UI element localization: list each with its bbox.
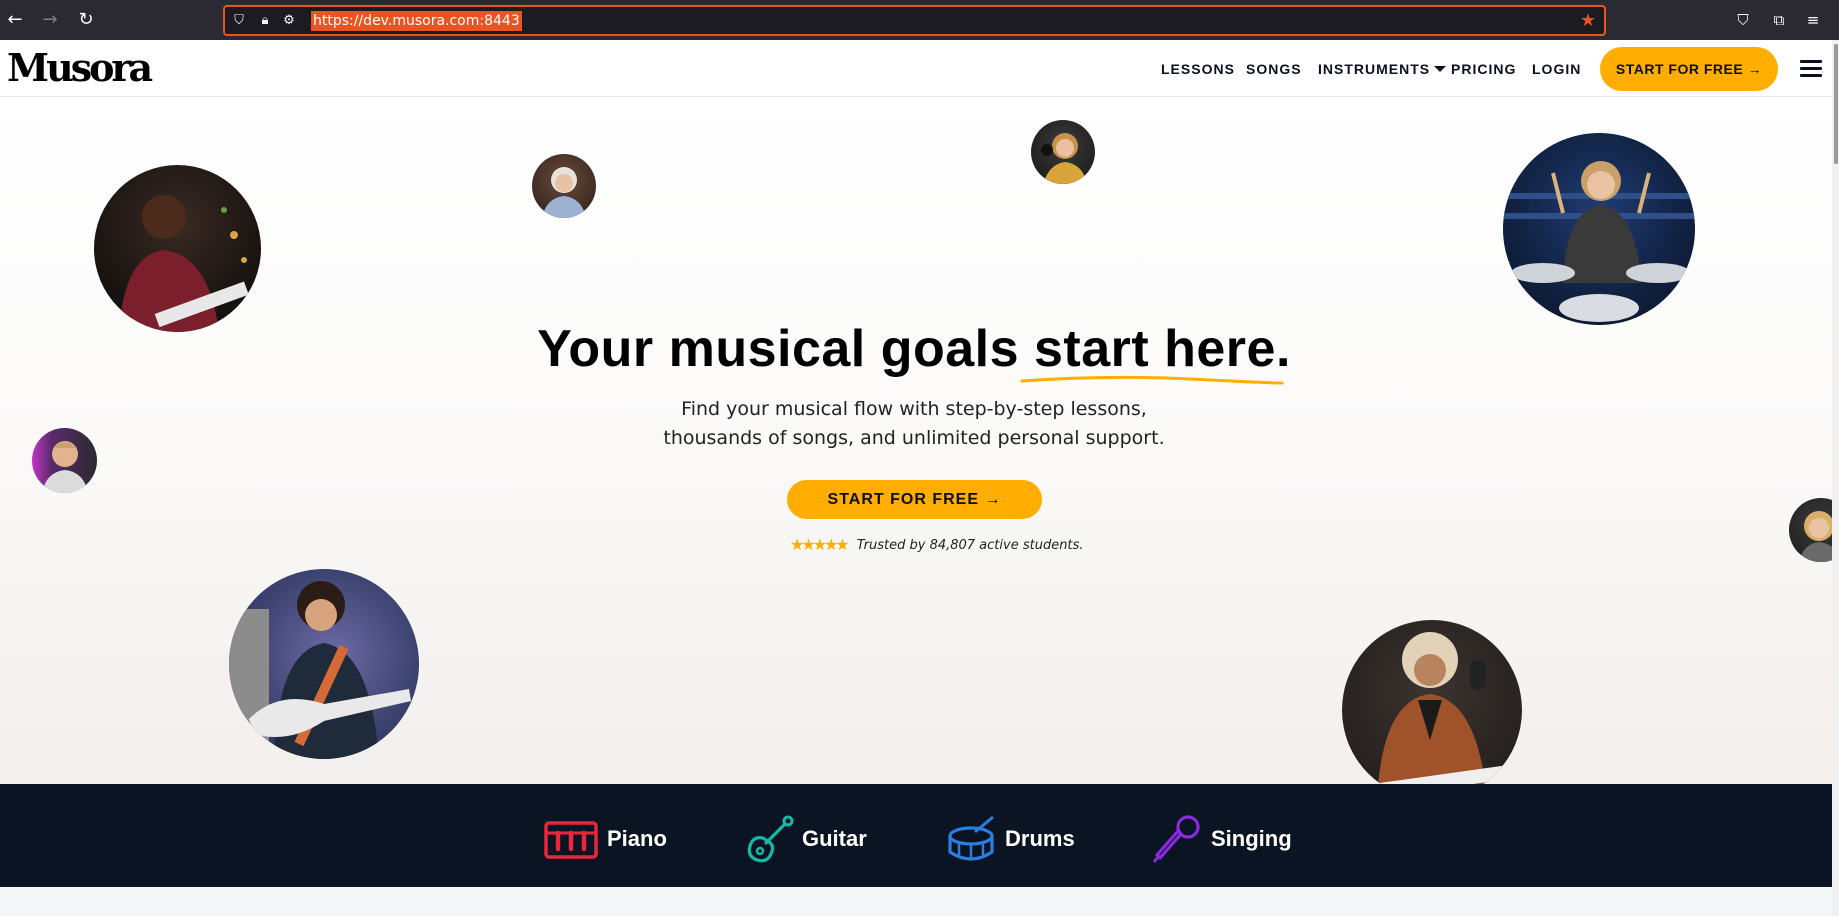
- instrument-guitar[interactable]: Guitar: [745, 814, 870, 864]
- instrument-guitar-label: Guitar: [802, 826, 867, 851]
- title-underline-decoration: [1020, 375, 1284, 385]
- piano-icon: [544, 821, 598, 859]
- hero-start-free-button[interactable]: START FOR FREE →: [787, 480, 1042, 519]
- bookmark-star-icon[interactable]: ★: [1580, 11, 1596, 31]
- forward-icon[interactable]: →: [38, 8, 62, 32]
- permissions-icon[interactable]: ⚙: [281, 13, 297, 29]
- instrument-drums[interactable]: Drums: [947, 814, 1075, 864]
- hero-subtitle-line2: thousands of songs, and unlimited person…: [663, 427, 1165, 449]
- hero-subtitle: Find your musical flow with step-by-step…: [0, 395, 1828, 453]
- pocket-icon[interactable]: ⛉: [1731, 8, 1755, 32]
- caret-down-icon: [1434, 66, 1447, 72]
- nav-instruments-label: INSTRUMENTS: [1318, 61, 1431, 77]
- avatar-singer-woman: [1031, 120, 1095, 184]
- instrument-drums-label: Drums: [1005, 826, 1075, 851]
- instrument-singing-label: Singing: [1211, 826, 1292, 851]
- guitar-icon: [747, 815, 794, 863]
- nav-songs[interactable]: SONGS: [1246, 60, 1302, 78]
- hero-title-part1: Your musical goals: [537, 320, 1034, 378]
- hero-title: Your musical goals start here.: [0, 319, 1828, 379]
- trust-text: Trusted by 84,807 active students.: [856, 538, 1084, 553]
- microphone-icon: [1152, 815, 1200, 863]
- instrument-piano[interactable]: Piano: [544, 814, 670, 864]
- browser-toolbar: ← → ↻ ⛉ 🔒︎ ⚙ https://dev.musora.com:8443…: [0, 0, 1839, 40]
- nav-pricing[interactable]: PRICING: [1451, 60, 1516, 78]
- header-start-free-button[interactable]: START FOR FREE →: [1600, 47, 1778, 91]
- page-scrollbar[interactable]: [1832, 40, 1839, 916]
- instrument-singing[interactable]: Singing: [1152, 814, 1292, 864]
- hero-section: Your musical goals start here. Find your…: [0, 97, 1839, 784]
- scrollbar-thumb[interactable]: [1834, 44, 1838, 164]
- hero-subtitle-line1: Find your musical flow with step-by-step…: [681, 398, 1147, 420]
- site-header: Musora LESSONS SONGS INSTRUMENTS PRICING…: [0, 40, 1839, 97]
- nav-lessons[interactable]: LESSONS: [1161, 60, 1235, 78]
- nav-instruments[interactable]: INSTRUMENTS: [1318, 60, 1447, 78]
- back-icon[interactable]: ←: [3, 8, 27, 32]
- avatar-pianist: [94, 165, 261, 332]
- instrument-bar: Piano Guitar Drums Singing: [0, 784, 1839, 887]
- drum-icon: [948, 815, 994, 861]
- avatar-guitarist: [229, 569, 419, 759]
- lock-icon[interactable]: 🔒︎: [257, 13, 273, 29]
- hero-title-highlight: start here.: [1033, 320, 1291, 378]
- rating-stars-icon: ★★★★★: [790, 535, 850, 554]
- shield-icon[interactable]: ⛉: [231, 13, 247, 29]
- address-bar[interactable]: ⛉ 🔒︎ ⚙ https://dev.musora.com:8443 ★: [223, 5, 1606, 36]
- avatar-pianist-woman: [1342, 620, 1522, 784]
- hamburger-menu-icon[interactable]: [1800, 60, 1822, 78]
- extensions-icon[interactable]: ⧉: [1767, 8, 1791, 32]
- instrument-piano-label: Piano: [607, 826, 667, 851]
- url-text[interactable]: https://dev.musora.com:8443: [311, 11, 522, 31]
- musora-logo[interactable]: Musora: [7, 46, 153, 90]
- avatar-drummer: [1503, 133, 1695, 325]
- trust-badge: ★★★★★ Trusted by 84,807 active students.: [790, 535, 1083, 555]
- nav-login[interactable]: LOGIN: [1532, 60, 1581, 78]
- reload-icon[interactable]: ↻: [74, 8, 98, 32]
- avatar-woman-white-hair: [532, 154, 596, 218]
- next-section-top: [0, 887, 1839, 916]
- app-menu-icon[interactable]: ≡: [1801, 8, 1825, 32]
